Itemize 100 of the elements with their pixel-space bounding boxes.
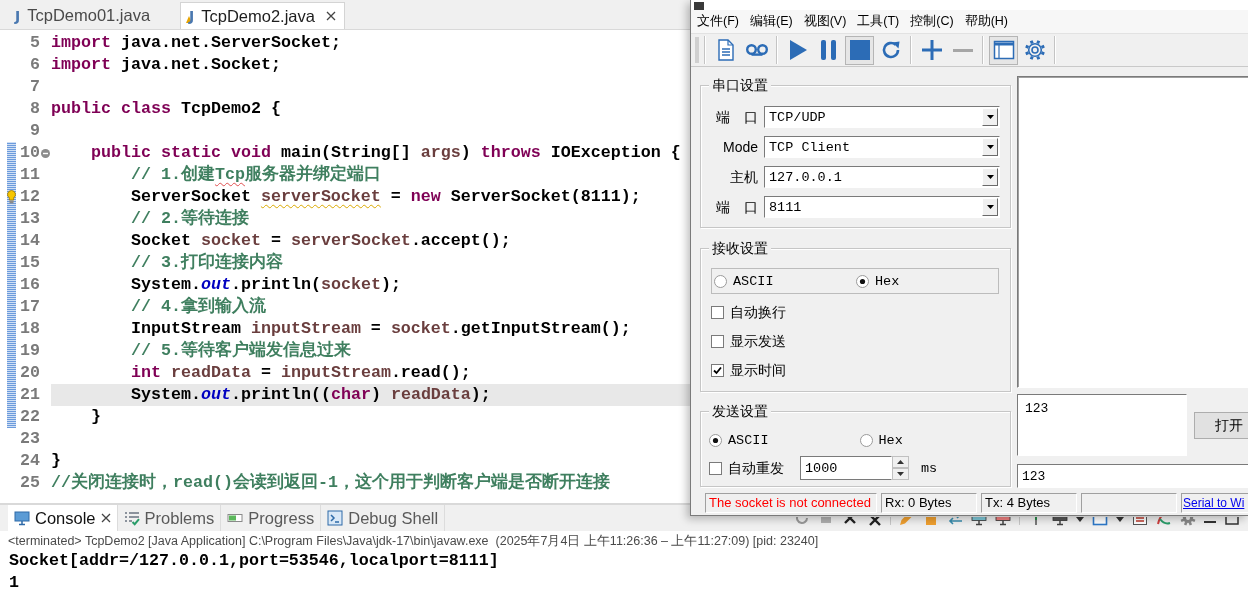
monitor-icon[interactable] [995,517,1011,526]
send-input-field[interactable]: 123 [1017,464,1248,488]
console-output-line: Socket[addr=/127.0.0.1,port=53546,localport=8111] [9,550,500,572]
menu-item[interactable]: 文件(F) [692,12,744,31]
close-icon[interactable] [100,513,111,523]
code-line: // 1.创建Tcp服务器并绑定端口 [129,164,381,186]
lock-icon[interactable] [923,517,939,526]
code-line: int readData = inputStream.read(); [129,362,471,384]
lightbulb-icon[interactable] [7,190,16,204]
checkbox-label[interactable]: 自动重发 [728,457,784,479]
interval-field[interactable]: 1000 [800,456,892,480]
maximize-icon[interactable] [1224,517,1240,526]
panel-tab[interactable]: Progress [221,505,322,531]
line-number: 20 [19,362,40,384]
console-output-line: 1 [9,572,20,594]
stop-icon [848,39,871,61]
up-arrow-icon [897,460,904,464]
radio-button[interactable] [714,274,727,288]
dropdown-field[interactable]: 8111 [764,196,1000,218]
monitor-icon[interactable] [1052,517,1068,526]
checkbox[interactable] [711,306,724,319]
open-button[interactable]: 打开 [1194,411,1248,439]
line-number: 8 [29,98,40,120]
group-title: 接收设置 [709,239,771,257]
settings-icon [1023,39,1046,61]
radio-label[interactable]: ASCII [728,432,769,448]
checkbox[interactable] [711,364,724,377]
radio-button[interactable] [709,433,722,447]
caret-icon [986,115,994,119]
caret-icon [986,175,994,179]
group-title: 串口设置 [709,76,771,94]
line-number: 5 [29,32,40,54]
collapse-icon[interactable] [41,148,50,158]
status-link[interactable]: Serial to Wi [1183,496,1245,510]
caret-icon [986,205,994,209]
checkbox-label[interactable]: 显示时间 [730,360,786,381]
send-text-field[interactable]: 123 [1017,394,1187,456]
monitor-icon[interactable] [971,517,987,526]
menu-item[interactable]: 视图(V) [798,12,852,31]
panel-tab[interactable]: Problems [117,505,222,531]
cross-icon[interactable] [842,517,858,526]
down-arrow-icon [897,472,904,476]
checkbox[interactable] [711,335,724,348]
java-file-icon: J [15,8,21,23]
radio-label[interactable]: Hex [875,273,900,289]
line-number: 15 [19,252,40,274]
menu-item[interactable]: 编辑(E) [744,12,798,31]
menu-item[interactable]: 帮助(H) [959,12,1013,31]
radio-button[interactable] [856,274,869,288]
checkbox-label[interactable]: 显示发送 [730,331,786,352]
code-line: Socket socket = serverSocket.accept(); [129,230,511,252]
code-line: System.out.println(socket); [129,274,401,296]
stop-button[interactable] [845,35,874,65]
decrement-button[interactable] [892,468,909,480]
arrow-icon[interactable] [947,517,963,526]
checkbox-label[interactable]: 自动换行 [730,302,786,323]
terminal-icon [327,510,344,526]
panel-tab[interactable]: Console [8,505,118,531]
dropdown-field[interactable]: 127.0.0.1 [764,166,1000,188]
code-line: // 3.打印连接内容 [129,252,283,274]
editor-tab[interactable]: J TcpDemo2.java [180,2,345,29]
radio-label[interactable]: Hex [878,432,903,448]
line-number: 24 [19,450,40,472]
line-number: 18 [19,318,40,340]
minus-icon [952,48,973,52]
line-number: 22 [19,406,40,428]
radio-button[interactable] [859,433,873,447]
code-line: // 5.等待客户端发信息过来 [129,340,351,362]
menu-item[interactable]: 控制(C) [905,12,959,31]
code-line: public class TcpDemo2 { [51,98,281,120]
dropdown-field[interactable]: TCP Client [764,136,1000,158]
code-line: import java.net.ServerSocket; [51,32,341,54]
code-line: ServerSocket serverSocket = new ServerSocket(8111); [129,186,641,208]
dropdown-field[interactable]: TCP/UDP [764,106,1000,128]
line-number: 9 [29,120,40,142]
group-title: 发送设置 [709,402,771,420]
code-line: public static void main(String[] args) throws IOException { [89,142,681,164]
field-label: 端 口 [715,107,758,127]
tape-icon [745,44,768,56]
line-number: 14 [19,230,40,252]
line-number: 12 [19,186,40,208]
checkbox[interactable] [709,461,722,475]
radio-label[interactable]: ASCII [733,273,774,289]
window-button[interactable] [989,35,1018,65]
code-line: System.out.println((char) readData); [129,384,491,406]
arc-icon[interactable] [794,517,810,526]
editor-tab[interactable]: J TcpDemo01.java [10,2,175,29]
console-status: <terminated> TcpDemo2 [Java Application] C:\Program Files\Java\jdk-17\bin\javaw.exe (2025年7月4日 上午11:26:36 – 上午11:27:09) [pid: 23240] [7,533,820,550]
console-icon [14,510,30,526]
menu-item[interactable]: 工具(T) [852,12,905,31]
close-icon[interactable] [326,11,336,21]
panel-tab[interactable]: Debug Shell [321,505,446,531]
field-label: 端 口 [715,197,758,217]
field-label: Mode [721,137,758,157]
code-line: // 2.等待连接 [129,208,249,230]
line-number: 23 [19,428,40,450]
code-line: InputStream inputStream = socket.getInputStream(); [129,318,631,340]
line-number: 21 [19,384,40,406]
increment-button[interactable] [892,456,909,468]
code-line: //关闭连接时，read()会读到返回-1，这个用于判断客户端是否断开连接 [51,472,610,494]
